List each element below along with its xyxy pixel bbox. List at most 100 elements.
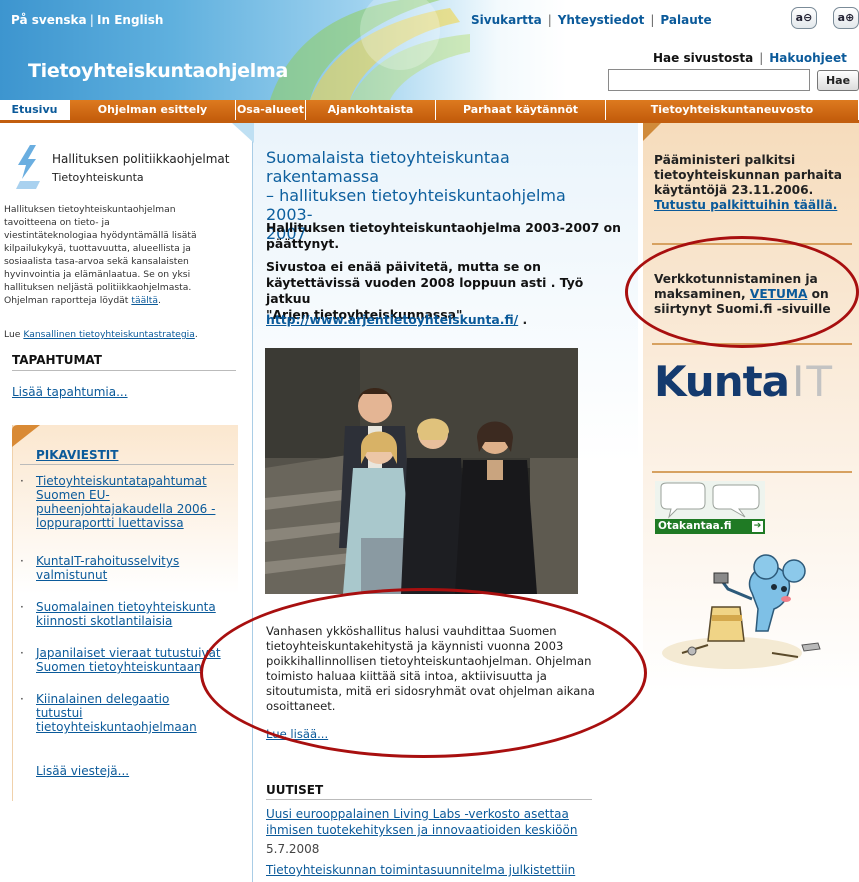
more-events-link[interactable]: Lisää tapahtumia... <box>12 385 128 399</box>
arrow-right-icon: ➔ <box>752 521 763 532</box>
summary-line: osoittaneet. <box>266 699 336 713</box>
flash-news-item[interactable]: · Kiinalainen delegaatio tutustui tietoy… <box>20 692 234 734</box>
notice-line: päättynyt. <box>266 236 340 251</box>
vetuma-line: maksaminen, VETUMA on <box>654 287 854 302</box>
desc-line: kilpailukykyä, tuottavuutta, alueellista… <box>4 243 191 254</box>
notice-line: Hallituksen tietoyhteiskuntaohjelma 2003… <box>266 220 621 235</box>
url-line: http://www.arjentietoyhteiskunta.fi/ . <box>266 312 527 327</box>
award-line: tietoyhteiskunnan parhaita <box>654 168 842 182</box>
reports-link[interactable]: täältä <box>131 295 158 306</box>
title-line: Suomalaista tietoyhteiskuntaa rakentamas… <box>266 148 510 186</box>
desc-line: sosiaalista tasa-arvoa sekä kansalaisten <box>4 256 189 267</box>
site-title[interactable]: Tietoyhteiskuntaohjelma <box>28 60 288 82</box>
flash-news-item[interactable]: · Suomalainen tietoyhteiskunta kiinnosti… <box>20 600 234 628</box>
item-line: Suomen EU- <box>36 488 110 502</box>
vetuma-notice: Verkkotunnistaminen ja maksaminen, VETUM… <box>654 272 854 317</box>
item-line: Kiinalainen delegaatio <box>36 692 170 706</box>
desc-line: Ohjelman raportteja löydät täältä. <box>4 295 161 306</box>
text-zoom-out-button[interactable]: a⊖ <box>791 7 817 29</box>
search-label: Hae sivustosta <box>653 51 754 65</box>
nav-tab-areas[interactable]: Osa-alueet <box>236 100 306 120</box>
bullet: · <box>20 554 24 568</box>
item-line: Suomalainen tietoyhteiskunta <box>36 600 216 614</box>
desc-line-text: Ohjelman raportteja löydät <box>4 295 129 306</box>
desc-line: hyvinvointia ja elämänlaatua. Se on yksi <box>4 269 191 280</box>
divider <box>20 464 234 465</box>
news-item-link[interactable]: Tietoyhteiskunnan toimintasuunnitelma ju… <box>266 862 606 878</box>
flash-news-heading[interactable]: PIKAVIESTIT <box>36 448 118 462</box>
desc-line: Hallituksen tietoyhteiskuntaohjelman <box>4 204 176 215</box>
strategy-line: Lue Kansallinen tietoyhteiskuntastrategi… <box>4 329 198 340</box>
strategy-link[interactable]: Kansallinen tietoyhteiskuntastrategia <box>23 329 194 340</box>
news-heading: UUTISET <box>266 783 324 797</box>
item-line: puheenjohtajakaudella 2006 - <box>36 502 216 516</box>
logo-line-2: Tietoyhteiskunta <box>52 171 144 184</box>
news-line: Tietoyhteiskunnan toimintasuunnitelma ju… <box>266 863 576 877</box>
desc-line: hallituksen neljästä politiikkaohjelmast… <box>4 282 192 293</box>
main-navigation: Etusivu Ohjelman esittely Osa-alueet Aja… <box>0 100 859 123</box>
title-line: – hallituksen tietoyhteiskuntaohjelma 20… <box>266 186 566 224</box>
news-line: ihmisen tuotekehityksen ja innovaatioide… <box>266 823 578 837</box>
site-header: På svenska | In English Tietoyhteiskuntaoh… <box>0 0 859 100</box>
sitemap-link[interactable]: Sivukartta <box>471 13 542 27</box>
lang-swedish-link[interactable]: På svenska <box>11 13 87 27</box>
strategy-prefix: Lue <box>4 329 21 340</box>
notice-line: käytettävissä vuoden 2008 loppuun asti .… <box>266 275 584 306</box>
award-line: Pääministeri palkitsi <box>654 153 796 167</box>
contact-link[interactable]: Yhteystiedot <box>558 13 645 27</box>
language-switch: På svenska | In English <box>11 13 164 27</box>
divider <box>652 243 852 245</box>
programme-logo-icon <box>16 145 40 189</box>
item-line: Tietoyhteiskuntatapahtumat <box>36 474 207 488</box>
bullet: · <box>20 692 24 706</box>
award-winners-link[interactable]: Tutustu palkittuihin täällä. <box>654 198 854 213</box>
kuntait-logo[interactable]: KuntaIT <box>654 357 832 406</box>
nav-tab-current[interactable]: Ajankohtaista <box>306 100 436 120</box>
government-programmes-logo[interactable]: Hallituksen politiikkaohjelmat Tietoyhte… <box>12 143 242 195</box>
it-i-text: I <box>792 357 804 406</box>
summary-line: poikkihallinnollisen tietoyhteiskuntaohj… <box>266 654 592 668</box>
nav-tab-council[interactable]: Tietoyhteiskuntaneuvosto <box>606 100 859 120</box>
search-input[interactable] <box>608 69 810 91</box>
mouse-mascot-illustration <box>662 554 821 669</box>
item-line: loppuraportti luettavissa <box>36 516 184 530</box>
item-line: KuntaIT-rahoitusselvitys <box>36 554 180 568</box>
corner-decoration <box>643 123 661 141</box>
flash-news-item[interactable]: · Japanilaiset vieraat tutustuivat Suome… <box>20 646 250 674</box>
read-more-link[interactable]: Lue lisää... <box>266 727 328 741</box>
lang-english-link[interactable]: In English <box>97 13 163 27</box>
otakantaa-link[interactable]: Otakantaa.fi ➔ <box>655 519 765 534</box>
search-help-link[interactable]: Hakuohjeet <box>769 51 847 65</box>
url-suffix: . <box>518 312 528 327</box>
award-line: käytäntöjä 23.11.2006. <box>654 183 814 197</box>
more-messages-link[interactable]: Lisää viestejä... <box>36 764 129 778</box>
top-links: Sivukartta | Yhteystiedot | Palaute <box>471 13 712 27</box>
flash-news-item[interactable]: · Tietoyhteiskuntatapahtumat Suomen EU- … <box>20 474 234 530</box>
desc-line: viestintäteknologiaa hyödyntämällä lisät… <box>4 230 197 241</box>
item-line: Suomen tietoyhteiskuntaan <box>36 660 202 674</box>
notice-line: Sivustoa ei enää päivitetä, mutta se on <box>266 259 541 274</box>
nav-tab-best-practices[interactable]: Parhaat käytännöt <box>436 100 606 120</box>
it-t-text: T <box>806 357 832 406</box>
flash-news-item[interactable]: · KuntaIT-rahoitusselvitys valmistunut <box>20 554 234 582</box>
otakantaa-text: Otakantaa.fi <box>658 520 732 532</box>
nav-tab-program-intro[interactable]: Ohjelman esittely <box>70 100 236 120</box>
programme-ended-notice: Hallituksen tietoyhteiskuntaohjelma 2003… <box>266 220 626 252</box>
bullet: · <box>20 474 24 488</box>
vetuma-link[interactable]: VETUMA <box>750 287 808 301</box>
text-zoom-in-button[interactable]: a⊕ <box>833 7 859 29</box>
news-date: 5.7.2008 <box>266 842 320 856</box>
nav-tab-home[interactable]: Etusivu <box>0 100 70 120</box>
item-line: valmistunut <box>36 568 108 582</box>
item-line: tutustui <box>36 706 83 720</box>
corner-decoration <box>12 425 40 447</box>
arjentietoyhteiskunta-link[interactable]: http://www.arjentietoyhteiskunta.fi/ <box>266 312 518 327</box>
summary-line: sitoutumista, mitä eri sidosryhmät ovat … <box>266 684 595 698</box>
news-item-link[interactable]: Uusi eurooppalainen Living Labs -verkost… <box>266 806 606 838</box>
summary-line: toimisto haluaa kiittää sitä intoa, akti… <box>266 669 547 683</box>
feedback-link[interactable]: Palaute <box>660 13 711 27</box>
programme-description: Hallituksen tietoyhteiskuntaohjelman tav… <box>4 203 232 307</box>
search-button[interactable]: Hae <box>817 70 859 91</box>
vetuma-line: Verkkotunnistaminen ja <box>654 272 818 286</box>
news-line: Uusi eurooppalainen Living Labs -verkost… <box>266 807 569 821</box>
